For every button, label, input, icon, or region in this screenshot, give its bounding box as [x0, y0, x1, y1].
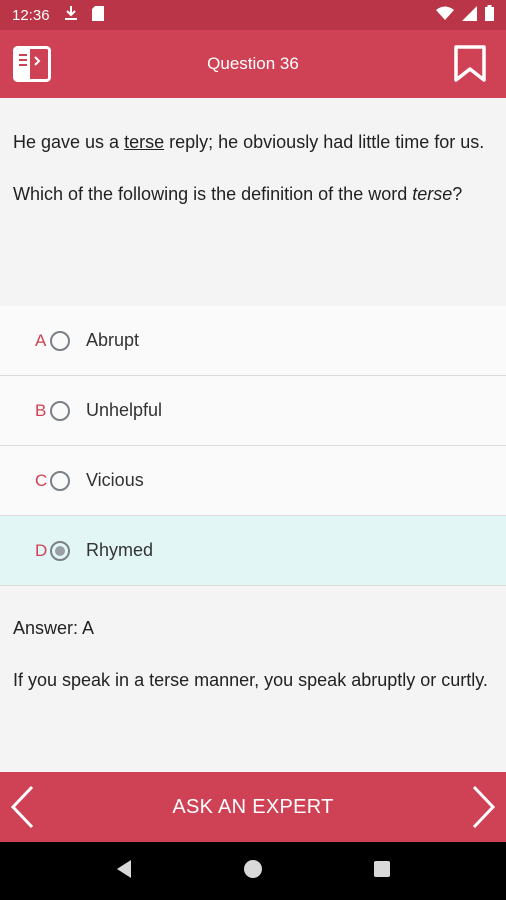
radio-button-selected[interactable]	[50, 540, 70, 561]
question-sentence: He gave us a terse reply; he obviously h…	[13, 132, 485, 152]
highlighted-word: terse	[124, 132, 165, 152]
question-prompt: Which of the following is the definition…	[13, 184, 463, 204]
bookmark-icon[interactable]	[453, 45, 487, 83]
option-label: Vicious	[86, 470, 144, 490]
chevron-right-icon[interactable]	[468, 785, 498, 829]
option-letter: A	[35, 330, 47, 350]
option-letter: D	[35, 540, 48, 560]
book-icon[interactable]	[13, 46, 51, 82]
question-text: He gave us a terse reply; he obviously h…	[0, 98, 506, 306]
option-d[interactable]: D Rhymed	[0, 516, 506, 586]
option-letter: C	[35, 470, 48, 490]
radio-button[interactable]	[50, 330, 70, 351]
wifi-icon	[436, 6, 454, 24]
option-label: Abrupt	[86, 330, 140, 350]
option-a[interactable]: A Abrupt	[0, 306, 506, 376]
radio-dot	[55, 545, 65, 556]
option-label: Rhymed	[86, 540, 154, 560]
sd-card-icon	[91, 5, 104, 25]
option-label: Unhelpful	[86, 400, 163, 420]
option-letter: B	[35, 400, 47, 420]
option-b[interactable]: B Unhelpful	[0, 376, 506, 446]
battery-icon	[485, 5, 494, 25]
home-icon[interactable]	[243, 859, 263, 884]
system-nav-bar	[0, 842, 506, 900]
ask-expert-button[interactable]: ASK AN EXPERT	[172, 796, 333, 819]
download-icon	[64, 5, 78, 25]
answer-section: Answer: A If you speak in a terse manner…	[0, 612, 506, 696]
answer-options: A Abrupt B Unhelpful C Vicious D Rhymed	[0, 306, 506, 586]
back-icon[interactable]	[115, 859, 133, 884]
app-bar: Question 36	[0, 30, 506, 98]
recents-icon[interactable]	[373, 860, 391, 883]
chevron-left-icon[interactable]	[8, 785, 38, 829]
signal-icon	[462, 5, 477, 25]
status-time: 12:36	[12, 6, 50, 24]
answer-label: Answer: A	[13, 618, 95, 638]
status-bar: 12:36	[0, 0, 506, 30]
bottom-bar: ASK AN EXPERT	[0, 772, 506, 842]
page-title: Question 36	[207, 54, 299, 73]
answer-explanation: If you speak in a terse manner, you spea…	[13, 670, 488, 690]
radio-button[interactable]	[50, 470, 70, 491]
radio-button[interactable]	[50, 400, 70, 421]
option-c[interactable]: C Vicious	[0, 446, 506, 516]
